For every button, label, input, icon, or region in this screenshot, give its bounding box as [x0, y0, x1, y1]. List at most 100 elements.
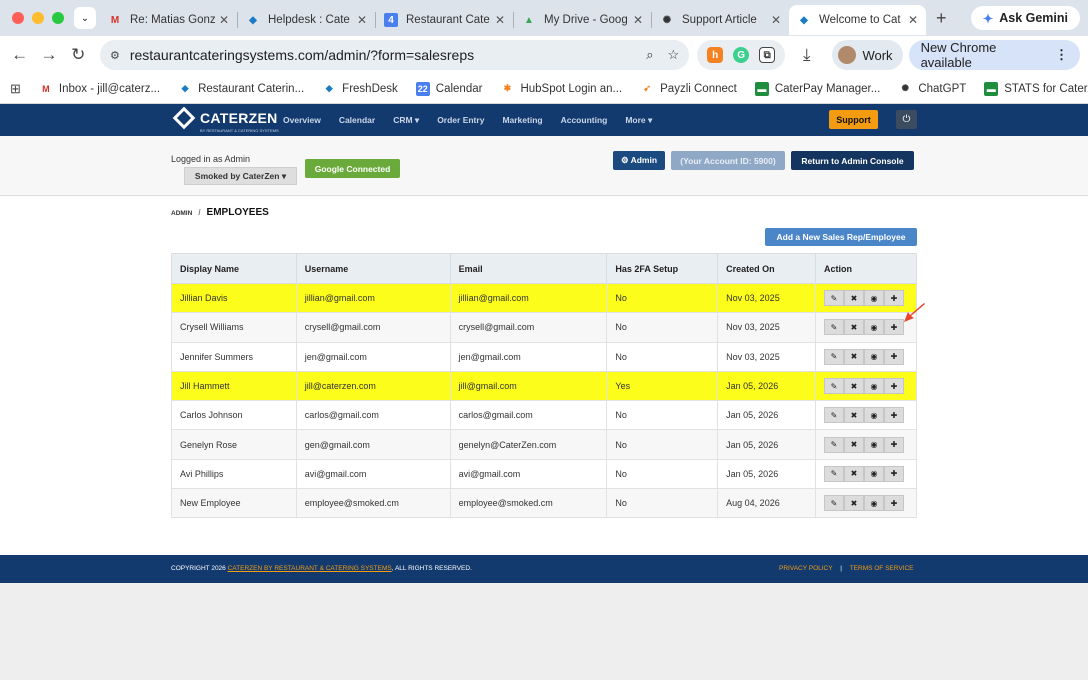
table-row[interactable]: Crysell Williams crysell@gmail.com crysell… [171, 312, 918, 343]
terms-of-service-link[interactable]: TERMS OF SERVICE [850, 565, 914, 572]
privacy-policy-link[interactable]: PRIVACY POLICY [779, 565, 832, 572]
tab-close-icon[interactable]: ✕ [219, 13, 229, 27]
nav-menu-item[interactable]: Accounting [561, 115, 608, 125]
pin-icon[interactable]: ✚ [883, 436, 904, 453]
delete-icon[interactable]: ✖ [843, 319, 864, 336]
profile-button[interactable]: Work [832, 40, 903, 70]
extensions-puzzle-icon[interactable]: ⧉ [759, 47, 776, 63]
caterzen-logo[interactable]: CATERZEN BY RESTAURANT & CATERING SYSTEM… [172, 106, 279, 133]
view-icon[interactable]: ◉ [863, 378, 884, 395]
nav-menu-item[interactable]: CRM ▾ [393, 115, 419, 126]
address-bar[interactable]: ⚙ restaurantcateringsystems.com/admin/?f… [99, 40, 690, 70]
site-info-icon[interactable]: ⚙ [110, 49, 120, 62]
breadcrumb-admin-link[interactable]: ADMIN [171, 210, 192, 217]
view-icon[interactable]: ◉ [863, 436, 884, 453]
bookmark-item[interactable]: M Inbox - jill@caterz... [39, 82, 160, 96]
more-vertical-icon[interactable]: ⋮ [1055, 47, 1068, 63]
bookmark-item[interactable]: ✺ ChatGPT [898, 82, 967, 96]
back-arrow-icon[interactable]: ← [8, 45, 31, 65]
edit-icon[interactable]: ✎ [823, 465, 844, 482]
reload-icon[interactable]: ↻ [67, 45, 90, 65]
support-button[interactable]: Support [829, 110, 878, 129]
edit-icon[interactable]: ✎ [823, 319, 844, 336]
pin-icon[interactable]: ✚ [883, 495, 904, 512]
tab-search-chevron-icon[interactable]: ⌄ [74, 7, 96, 29]
forward-arrow-icon[interactable]: → [37, 45, 60, 65]
nav-menu-item[interactable]: Marketing [502, 115, 542, 125]
column-header[interactable]: Created On [717, 253, 816, 284]
bookmark-item[interactable]: 22 Calendar [415, 81, 482, 96]
view-icon[interactable]: ◉ [863, 495, 884, 512]
delete-icon[interactable]: ✖ [843, 465, 864, 482]
add-sales-rep-button[interactable]: Add a New Sales Rep/Employee [765, 228, 917, 246]
apps-grid-icon[interactable]: ⊞ [10, 81, 21, 97]
table-row[interactable]: Carlos Johnson carlos@gmail.com carlos@gma… [171, 400, 918, 431]
power-logout-icon[interactable]: ⏻ [896, 110, 917, 129]
google-connected-button[interactable]: Google Connected [305, 159, 400, 178]
pin-icon[interactable]: ✚ [883, 348, 904, 365]
browser-tab[interactable]: ✺ Support Article ✕ [652, 5, 789, 35]
table-row[interactable]: Jennifer Summers jen@gmail.com jen@gmail.c… [171, 341, 918, 372]
tab-close-icon[interactable]: ✕ [357, 13, 367, 27]
tab-close-icon[interactable]: ✕ [495, 13, 505, 27]
tab-close-icon[interactable]: ✕ [771, 13, 781, 27]
column-header[interactable]: Has 2FA Setup [606, 253, 719, 284]
delete-icon[interactable]: ✖ [843, 495, 864, 512]
table-row[interactable]: Avi Phillips avi@gmail.com avi@gmail.com No… [171, 458, 918, 490]
edit-icon[interactable]: ✎ [823, 436, 844, 453]
pin-icon[interactable]: ✚ [883, 407, 904, 424]
edit-icon[interactable]: ✎ [823, 407, 844, 424]
edit-icon[interactable]: ✎ [823, 378, 844, 395]
grammarly-extension-icon[interactable]: G [733, 47, 750, 63]
download-icon[interactable]: ⤓ [795, 45, 818, 65]
delete-icon[interactable]: ✖ [843, 436, 864, 453]
pin-icon[interactable]: ✚ [883, 465, 904, 482]
column-header[interactable]: Username [295, 253, 451, 284]
table-row[interactable]: Jillian Davis jillian@gmail.com jillian@gm… [171, 282, 918, 314]
bookmark-item[interactable]: ▬ STATS for CaterZe... [984, 81, 1088, 96]
company-dropdown[interactable]: Smoked by CaterZen ▾ [184, 167, 297, 185]
ask-gemini-button[interactable]: ✦ Ask Gemini [970, 6, 1080, 30]
bookmark-item[interactable]: ➹ Payzli Connect [640, 82, 737, 96]
bookmark-star-icon[interactable]: ☆ [667, 47, 679, 63]
edit-icon[interactable]: ✎ [823, 290, 844, 307]
browser-tab[interactable]: ◆ Helpdesk : Cate ✕ [238, 5, 375, 35]
column-header[interactable]: Email [449, 253, 608, 284]
nav-menu-item[interactable]: Overview [283, 115, 321, 125]
new-chrome-available-button[interactable]: New Chrome available ⋮ [908, 40, 1080, 70]
nav-menu-item[interactable]: More ▾ [625, 115, 652, 126]
pin-icon[interactable]: ✚ [883, 290, 904, 307]
view-icon[interactable]: ◉ [863, 348, 884, 365]
column-header[interactable]: Action [814, 253, 918, 284]
table-row[interactable]: Genelyn Rose gen@gmail.com genelyn@CaterZe… [171, 429, 918, 460]
zoom-search-icon[interactable]: ⌕ [646, 47, 653, 63]
bookmark-item[interactable]: ✱ HubSpot Login an... [500, 82, 622, 96]
delete-icon[interactable]: ✖ [843, 290, 864, 307]
return-admin-console-button[interactable]: Return to Admin Console [791, 151, 914, 170]
bookmark-item[interactable]: ▬ CaterPay Manager... [754, 81, 880, 96]
tab-close-icon[interactable]: ✕ [633, 13, 643, 27]
edit-icon[interactable]: ✎ [823, 348, 844, 365]
edit-icon[interactable]: ✎ [823, 495, 844, 512]
browser-tab[interactable]: ▲ My Drive - Goog ✕ [514, 5, 651, 35]
admin-button[interactable]: ⚙ Admin [613, 151, 665, 170]
view-icon[interactable]: ◉ [863, 465, 884, 482]
browser-tab[interactable]: ◆ Welcome to Cat ✕ [789, 5, 926, 35]
delete-icon[interactable]: ✖ [843, 348, 864, 365]
view-icon[interactable]: ◉ [863, 290, 884, 307]
nav-menu-item[interactable]: Calendar [339, 115, 375, 125]
delete-icon[interactable]: ✖ [843, 378, 864, 395]
browser-tab[interactable]: 4 Restaurant Cate ✕ [376, 5, 513, 35]
pin-icon[interactable]: ✚ [883, 319, 904, 336]
table-row[interactable]: New Employee employee@smoked.cm employee@s… [171, 488, 918, 519]
url-text[interactable]: restaurantcateringsystems.com/admin/?for… [130, 47, 632, 63]
table-row[interactable]: Jill Hammett jill@caterzen.com jill@gmail.… [171, 370, 918, 402]
hubspot-extension-icon[interactable]: h [707, 47, 724, 63]
browser-tab[interactable]: M Re: Matias Gonz ✕ [100, 5, 237, 35]
caterzen-footer-link[interactable]: CATERZEN BY RESTAURANT & CATERING SYSTEM… [228, 565, 392, 572]
tab-close-icon[interactable]: ✕ [908, 13, 918, 27]
minimize-window-button[interactable] [32, 12, 44, 24]
bookmark-item[interactable]: ◆ Restaurant Caterin... [178, 82, 305, 96]
pin-icon[interactable]: ✚ [883, 378, 904, 395]
delete-icon[interactable]: ✖ [843, 407, 864, 424]
